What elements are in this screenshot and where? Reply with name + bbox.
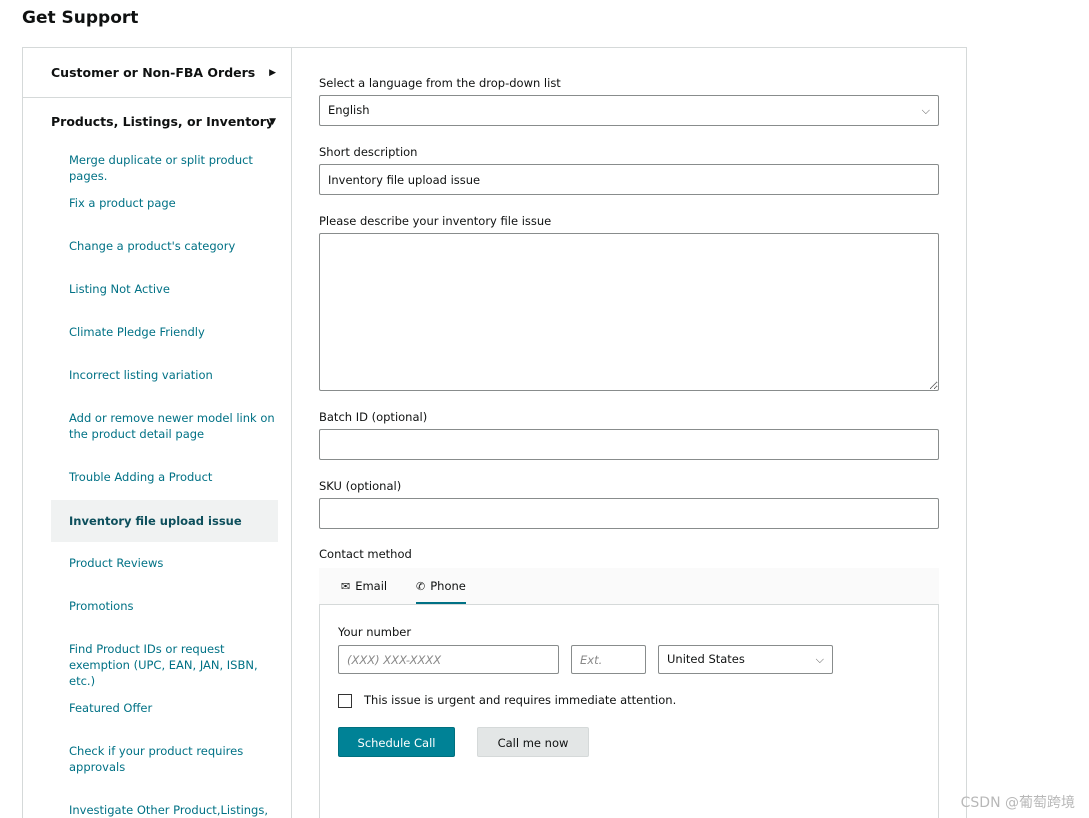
country-select[interactable]: United States ⌵	[658, 645, 833, 674]
category-label: Customer or Non-FBA Orders	[51, 65, 256, 80]
language-label: Select a language from the drop-down lis…	[319, 76, 561, 90]
contact-method-label: Contact method	[319, 547, 412, 561]
caret-right-icon: ▶	[269, 68, 276, 78]
sidebar-item-product-ids[interactable]: Find Product IDs or request exemption (U…	[51, 641, 278, 689]
sidebar-item-inventory-upload[interactable]: Inventory file upload issue	[51, 500, 278, 542]
short-description-label: Short description	[319, 145, 418, 159]
batch-id-input[interactable]	[319, 429, 939, 460]
your-number-label: Your number	[338, 625, 412, 639]
sidebar-item-fix-product-page[interactable]: Fix a product page	[51, 195, 278, 211]
sidebar-item-listing-not-active[interactable]: Listing Not Active	[51, 281, 278, 297]
language-value: English	[328, 103, 370, 117]
contact-method-box: ✉ Email ✆ Phone Your number United States …	[319, 568, 939, 818]
sidebar-item-featured-offer[interactable]: Featured Offer	[51, 700, 278, 716]
tab-email[interactable]: ✉ Email	[341, 568, 387, 604]
sidebar: Customer or Non-FBA Orders ▶ Products, L…	[23, 48, 292, 818]
sidebar-item-merge-duplicate[interactable]: Merge duplicate or split product pages.	[51, 152, 278, 184]
extension-input[interactable]	[571, 645, 646, 674]
schedule-call-button[interactable]: Schedule Call	[338, 727, 455, 757]
contact-tabs: ✉ Email ✆ Phone	[319, 568, 939, 605]
chevron-down-icon: ⌵	[815, 653, 824, 666]
sidebar-item-climate-pledge[interactable]: Climate Pledge Friendly	[51, 324, 278, 340]
sidebar-category-products-listings[interactable]: Products, Listings, or Inventory ▼	[23, 98, 292, 146]
urgent-checkbox[interactable]	[338, 694, 352, 708]
phone-tab-panel: Your number United States ⌵ This issue i…	[319, 605, 939, 818]
sidebar-category-customer-orders[interactable]: Customer or Non-FBA Orders ▶	[23, 48, 292, 98]
sidebar-item-incorrect-variation[interactable]: Incorrect listing variation	[51, 367, 278, 383]
batch-id-label: Batch ID (optional)	[319, 410, 428, 424]
sidebar-item-model-link[interactable]: Add or remove newer model link on the pr…	[51, 410, 278, 442]
sidebar-item-product-reviews[interactable]: Product Reviews	[51, 555, 278, 571]
phone-number-input[interactable]	[338, 645, 559, 674]
chevron-down-icon: ⌵	[921, 104, 930, 117]
sidebar-item-investigate-other[interactable]: Investigate Other Product,Listings, or	[51, 802, 278, 818]
describe-issue-textarea[interactable]	[319, 233, 939, 391]
tab-phone-label: Phone	[430, 579, 466, 593]
page-title: Get Support	[22, 8, 139, 28]
watermark: CSDN @葡萄跨境	[960, 795, 1075, 811]
sku-input[interactable]	[319, 498, 939, 529]
language-select[interactable]: English ⌵	[319, 95, 939, 126]
sidebar-item-promotions[interactable]: Promotions	[51, 598, 278, 614]
short-description-input[interactable]	[319, 164, 939, 195]
caret-down-icon: ▼	[269, 117, 276, 127]
tab-email-label: Email	[355, 579, 388, 593]
category-label: Products, Listings, or Inventory	[51, 114, 275, 129]
tab-phone[interactable]: ✆ Phone	[416, 568, 466, 604]
urgent-label: This issue is urgent and requires immedi…	[364, 693, 677, 707]
phone-icon: ✆	[416, 580, 426, 593]
sku-label: SKU (optional)	[319, 479, 402, 493]
support-panel: Customer or Non-FBA Orders ▶ Products, L…	[22, 47, 967, 818]
call-me-now-button[interactable]: Call me now	[477, 727, 589, 757]
sidebar-item-trouble-adding[interactable]: Trouble Adding a Product	[51, 469, 278, 485]
describe-issue-label: Please describe your inventory file issu…	[319, 214, 552, 228]
sidebar-item-approvals[interactable]: Check if your product requires approvals	[51, 743, 278, 775]
country-value: United States	[667, 652, 745, 666]
envelope-icon: ✉	[341, 580, 351, 593]
sidebar-item-change-category[interactable]: Change a product's category	[51, 238, 278, 254]
